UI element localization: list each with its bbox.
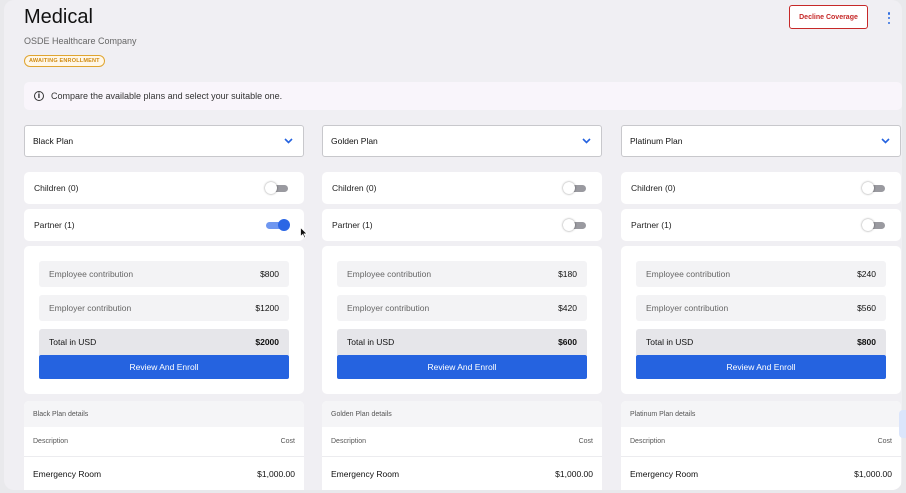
cost-header: Cost [877, 438, 892, 445]
benefit-description: Emergency Room [630, 469, 699, 479]
plan-details-title: Platinum Plan details [621, 401, 901, 427]
scroll-hint [899, 410, 906, 438]
plan-select[interactable]: Platinum Plan [621, 125, 901, 157]
children-toggle-row: Children (0) [24, 172, 304, 204]
cost-header: Cost [280, 438, 295, 445]
children-toggle[interactable] [862, 182, 885, 194]
employer-contribution-amount: $1200 [255, 303, 279, 313]
children-label: Children (0) [332, 183, 377, 193]
contribution-card: Employee contribution $800 Employer cont… [24, 246, 304, 394]
partner-label: Partner (1) [631, 220, 672, 230]
description-header: Description [630, 438, 666, 445]
total-row: Total in USD $2000 [39, 329, 289, 355]
contribution-card: Employee contribution $180 Employer cont… [322, 246, 602, 394]
employer-contribution-label: Employer contribution [347, 303, 430, 313]
children-label: Children (0) [631, 183, 676, 193]
employee-contribution-row: Employee contribution $180 [337, 261, 587, 287]
employee-contribution-label: Employee contribution [347, 269, 432, 279]
employee-contribution-row: Employee contribution $240 [636, 261, 886, 287]
employee-contribution-amount: $180 [558, 269, 577, 279]
benefit-description: Emergency Room [33, 469, 102, 479]
total-amount: $600 [558, 337, 577, 347]
plan-select[interactable]: Black Plan [24, 125, 304, 157]
status-badge: AWAITING ENROLLMENT [24, 55, 105, 67]
partner-toggle[interactable] [266, 219, 290, 231]
plan-select-value: Platinum Plan [630, 136, 683, 146]
details-column-headers: Description Cost [322, 427, 602, 457]
plan-select-value: Black Plan [33, 136, 74, 146]
plan-details: Golden Plan details Description Cost Eme… [322, 401, 602, 490]
partner-toggle[interactable] [563, 219, 586, 231]
plan-column-black: Black Plan Children (0) Partner (1) Empl… [24, 125, 304, 490]
review-and-enroll-button[interactable]: Review And Enroll [337, 355, 587, 379]
total-amount: $800 [857, 337, 876, 347]
description-header: Description [33, 438, 69, 445]
details-column-headers: Description Cost [621, 427, 901, 457]
decline-coverage-button[interactable]: Decline Coverage [789, 5, 868, 29]
total-row: Total in USD $600 [337, 329, 587, 355]
plan-details-title: Black Plan details [24, 401, 304, 427]
partner-toggle-row: Partner (1) [322, 209, 602, 241]
medical-page: Medical OSDE Healthcare Company AWAITING… [4, 0, 902, 490]
chevron-down-icon [284, 138, 293, 144]
employer-contribution-row: Employer contribution $560 [636, 295, 886, 321]
table-row: Emergency Room $1,000.00 [24, 457, 304, 490]
plan-column-platinum: Platinum Plan Children (0) Partner (1) E… [621, 125, 901, 490]
total-row: Total in USD $800 [636, 329, 886, 355]
employer-contribution-label: Employer contribution [49, 303, 132, 313]
mouse-pointer-icon [300, 226, 309, 244]
more-options-icon[interactable] [884, 10, 894, 26]
partner-label: Partner (1) [332, 220, 373, 230]
plan-details: Platinum Plan details Description Cost E… [621, 401, 901, 490]
children-toggle[interactable] [563, 182, 586, 194]
benefit-cost: $1,000.00 [555, 469, 593, 479]
chevron-down-icon [881, 138, 890, 144]
partner-toggle[interactable] [862, 219, 885, 231]
table-row: Emergency Room $1,000.00 [621, 457, 901, 490]
children-label: Children (0) [34, 183, 79, 193]
cost-header: Cost [578, 438, 593, 445]
children-toggle[interactable] [265, 182, 288, 194]
employee-contribution-amount: $240 [857, 269, 876, 279]
employer-contribution-amount: $420 [558, 303, 577, 313]
employee-contribution-label: Employee contribution [49, 269, 134, 279]
total-amount: $2000 [255, 337, 279, 347]
employer-contribution-row: Employer contribution $1200 [39, 295, 289, 321]
total-label: Total in USD [347, 337, 395, 347]
partner-toggle-row: Partner (1) [24, 209, 304, 241]
review-and-enroll-button[interactable]: Review And Enroll [636, 355, 886, 379]
table-row: Emergency Room $1,000.00 [322, 457, 602, 490]
plan-column-golden: Golden Plan Children (0) Partner (1) Emp… [322, 125, 602, 490]
page-title: Medical [24, 6, 93, 28]
info-icon: i [34, 91, 44, 101]
company-name: OSDE Healthcare Company [24, 36, 137, 46]
employer-contribution-label: Employer contribution [646, 303, 729, 313]
employee-contribution-amount: $800 [260, 269, 279, 279]
plan-select[interactable]: Golden Plan [322, 125, 602, 157]
plan-details: Black Plan details Description Cost Emer… [24, 401, 304, 490]
employee-contribution-label: Employee contribution [646, 269, 731, 279]
contribution-card: Employee contribution $240 Employer cont… [621, 246, 901, 394]
review-and-enroll-button[interactable]: Review And Enroll [39, 355, 289, 379]
description-header: Description [331, 438, 367, 445]
benefit-cost: $1,000.00 [257, 469, 295, 479]
children-toggle-row: Children (0) [322, 172, 602, 204]
partner-label: Partner (1) [34, 220, 75, 230]
plan-select-value: Golden Plan [331, 136, 378, 146]
partner-toggle-row: Partner (1) [621, 209, 901, 241]
employer-contribution-amount: $560 [857, 303, 876, 313]
benefit-cost: $1,000.00 [854, 469, 892, 479]
benefit-description: Emergency Room [331, 469, 400, 479]
chevron-down-icon [582, 138, 591, 144]
details-column-headers: Description Cost [24, 427, 304, 457]
employee-contribution-row: Employee contribution $800 [39, 261, 289, 287]
total-label: Total in USD [49, 337, 97, 347]
info-banner: i Compare the available plans and select… [24, 82, 902, 110]
total-label: Total in USD [646, 337, 694, 347]
plan-details-title: Golden Plan details [322, 401, 602, 427]
employer-contribution-row: Employer contribution $420 [337, 295, 587, 321]
info-text: Compare the available plans and select y… [51, 91, 283, 101]
children-toggle-row: Children (0) [621, 172, 901, 204]
